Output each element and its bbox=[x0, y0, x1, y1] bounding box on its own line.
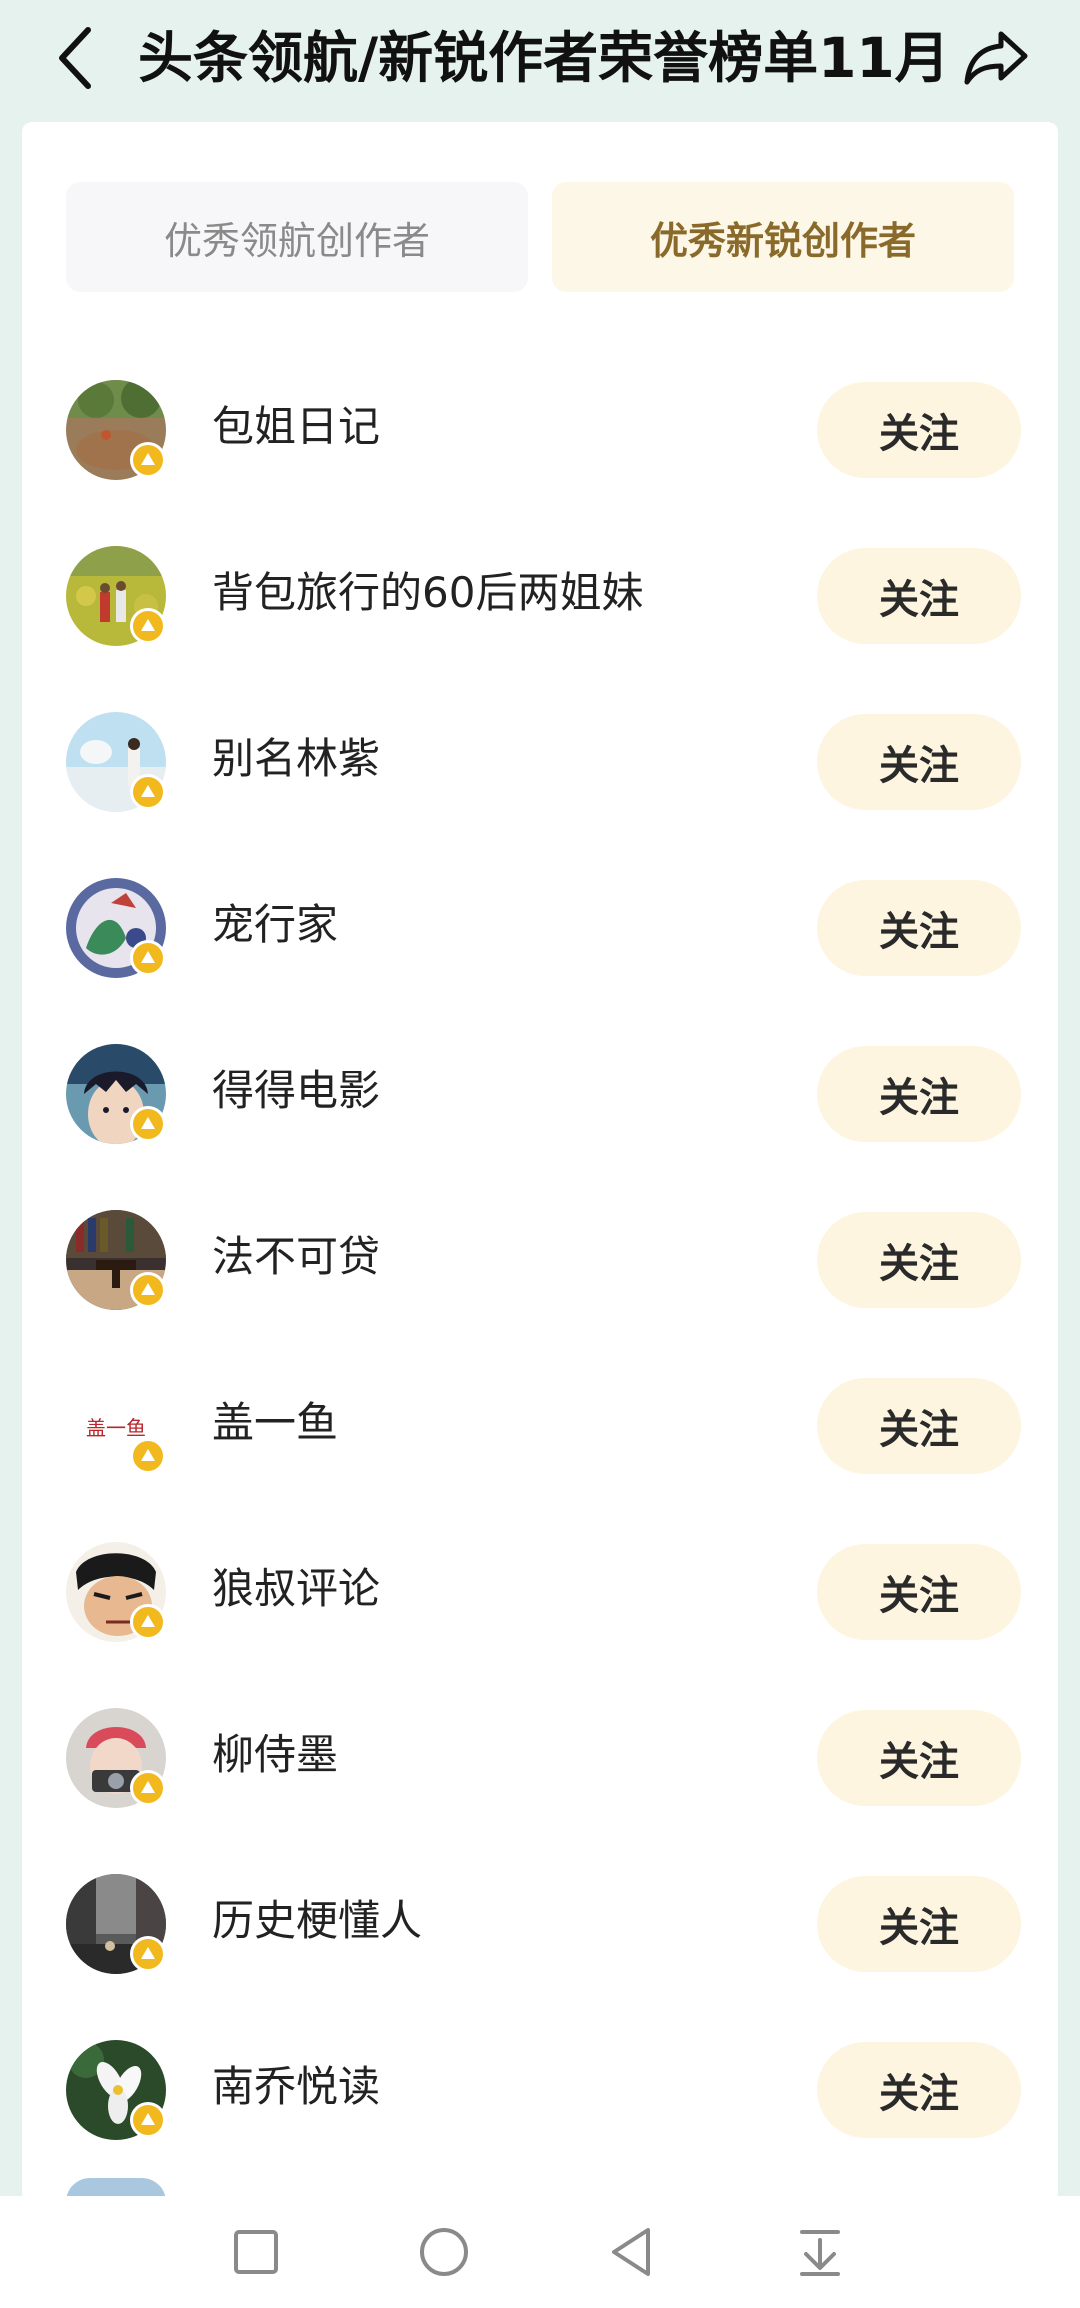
verified-badge-icon bbox=[130, 1770, 166, 1806]
author-name[interactable]: 柳侍墨 bbox=[212, 1720, 338, 1790]
follow-button[interactable]: 关注 bbox=[817, 548, 1021, 644]
verified-badge-icon bbox=[130, 1604, 166, 1640]
author-name[interactable]: 历史梗懂人 bbox=[212, 1886, 422, 1956]
page-title: 头条领航/新锐作者荣誉榜单11月 bbox=[138, 26, 950, 90]
home-button[interactable] bbox=[404, 2216, 484, 2288]
list-item: 宠行家 关注 bbox=[22, 850, 1058, 1016]
system-nav-bar bbox=[0, 2196, 1080, 2308]
recent-apps-button[interactable] bbox=[216, 2216, 296, 2288]
circle-icon bbox=[420, 2228, 468, 2276]
author-name[interactable]: 背包旅行的60后两姐妹 bbox=[212, 558, 643, 628]
author-name[interactable]: 得得电影 bbox=[212, 1056, 380, 1126]
author-name[interactable]: 别名林紫 bbox=[212, 724, 380, 794]
follow-button[interactable]: 关注 bbox=[817, 1876, 1021, 1972]
share-icon bbox=[964, 31, 1028, 85]
follow-button[interactable]: 关注 bbox=[817, 1046, 1021, 1142]
author-name[interactable]: 盖一鱼 bbox=[212, 1388, 338, 1458]
avatar-text: 盖一鱼 bbox=[86, 1415, 146, 1440]
follow-button[interactable]: 关注 bbox=[817, 1710, 1021, 1806]
tab-bar: 优秀领航创作者 优秀新锐创作者 bbox=[66, 182, 1014, 292]
verified-badge-icon bbox=[130, 1438, 166, 1474]
list-item: 历史梗懂人 关注 bbox=[22, 1846, 1058, 2012]
author-name[interactable]: 狼叔评论 bbox=[212, 1554, 380, 1624]
triangle-back-icon bbox=[612, 2228, 650, 2276]
list-item: 狼叔评论 关注 bbox=[22, 1514, 1058, 1680]
ranking-card: 优秀领航创作者 优秀新锐创作者 包姐日记 关注 背包旅行的60后两姐妹 关注 别… bbox=[22, 122, 1058, 2202]
verified-badge-icon bbox=[130, 1272, 166, 1308]
follow-button[interactable]: 关注 bbox=[817, 1544, 1021, 1640]
chevron-left-icon bbox=[59, 27, 91, 89]
author-name[interactable]: 法不可贷 bbox=[212, 1222, 380, 1292]
verified-badge-icon bbox=[130, 774, 166, 810]
list-item: 别名林紫 关注 bbox=[22, 684, 1058, 850]
tab-leading-creators[interactable]: 优秀领航创作者 bbox=[66, 182, 528, 292]
back-nav-button[interactable] bbox=[592, 2216, 672, 2288]
share-button[interactable] bbox=[956, 22, 1036, 94]
follow-button[interactable]: 关注 bbox=[817, 880, 1021, 976]
verified-badge-icon bbox=[130, 608, 166, 644]
tab-emerging-creators[interactable]: 优秀新锐创作者 bbox=[552, 182, 1014, 292]
author-name[interactable]: 宠行家 bbox=[212, 890, 338, 960]
list-item: 南乔悦读 关注 bbox=[22, 2012, 1058, 2178]
list-item: 背包旅行的60后两姐妹 关注 bbox=[22, 518, 1058, 684]
list-item: 得得电影 关注 bbox=[22, 1016, 1058, 1182]
author-list: 包姐日记 关注 背包旅行的60后两姐妹 关注 别名林紫 关注 宠行家 关注 得得… bbox=[22, 352, 1058, 2178]
follow-button[interactable]: 关注 bbox=[817, 382, 1021, 478]
verified-badge-icon bbox=[130, 2102, 166, 2138]
follow-button[interactable]: 关注 bbox=[817, 2042, 1021, 2138]
follow-button[interactable]: 关注 bbox=[817, 1378, 1021, 1474]
download-button[interactable] bbox=[780, 2216, 860, 2288]
list-item: 包姐日记 关注 bbox=[22, 352, 1058, 518]
author-name[interactable]: 包姐日记 bbox=[212, 392, 380, 462]
follow-button[interactable]: 关注 bbox=[817, 714, 1021, 810]
top-bar: 头条领航/新锐作者荣誉榜单11月 bbox=[0, 0, 1080, 120]
verified-badge-icon bbox=[130, 1936, 166, 1972]
download-icon bbox=[800, 2230, 840, 2276]
list-item: 盖一鱼 盖一鱼 关注 bbox=[22, 1348, 1058, 1514]
verified-badge-icon bbox=[130, 1106, 166, 1142]
back-button[interactable] bbox=[44, 22, 108, 94]
verified-badge-icon bbox=[130, 940, 166, 976]
list-item: 柳侍墨 关注 bbox=[22, 1680, 1058, 1846]
list-item: 法不可贷 关注 bbox=[22, 1182, 1058, 1348]
follow-button[interactable]: 关注 bbox=[817, 1212, 1021, 1308]
author-name[interactable]: 南乔悦读 bbox=[212, 2052, 380, 2122]
square-icon bbox=[234, 2230, 278, 2274]
verified-badge-icon bbox=[130, 442, 166, 478]
